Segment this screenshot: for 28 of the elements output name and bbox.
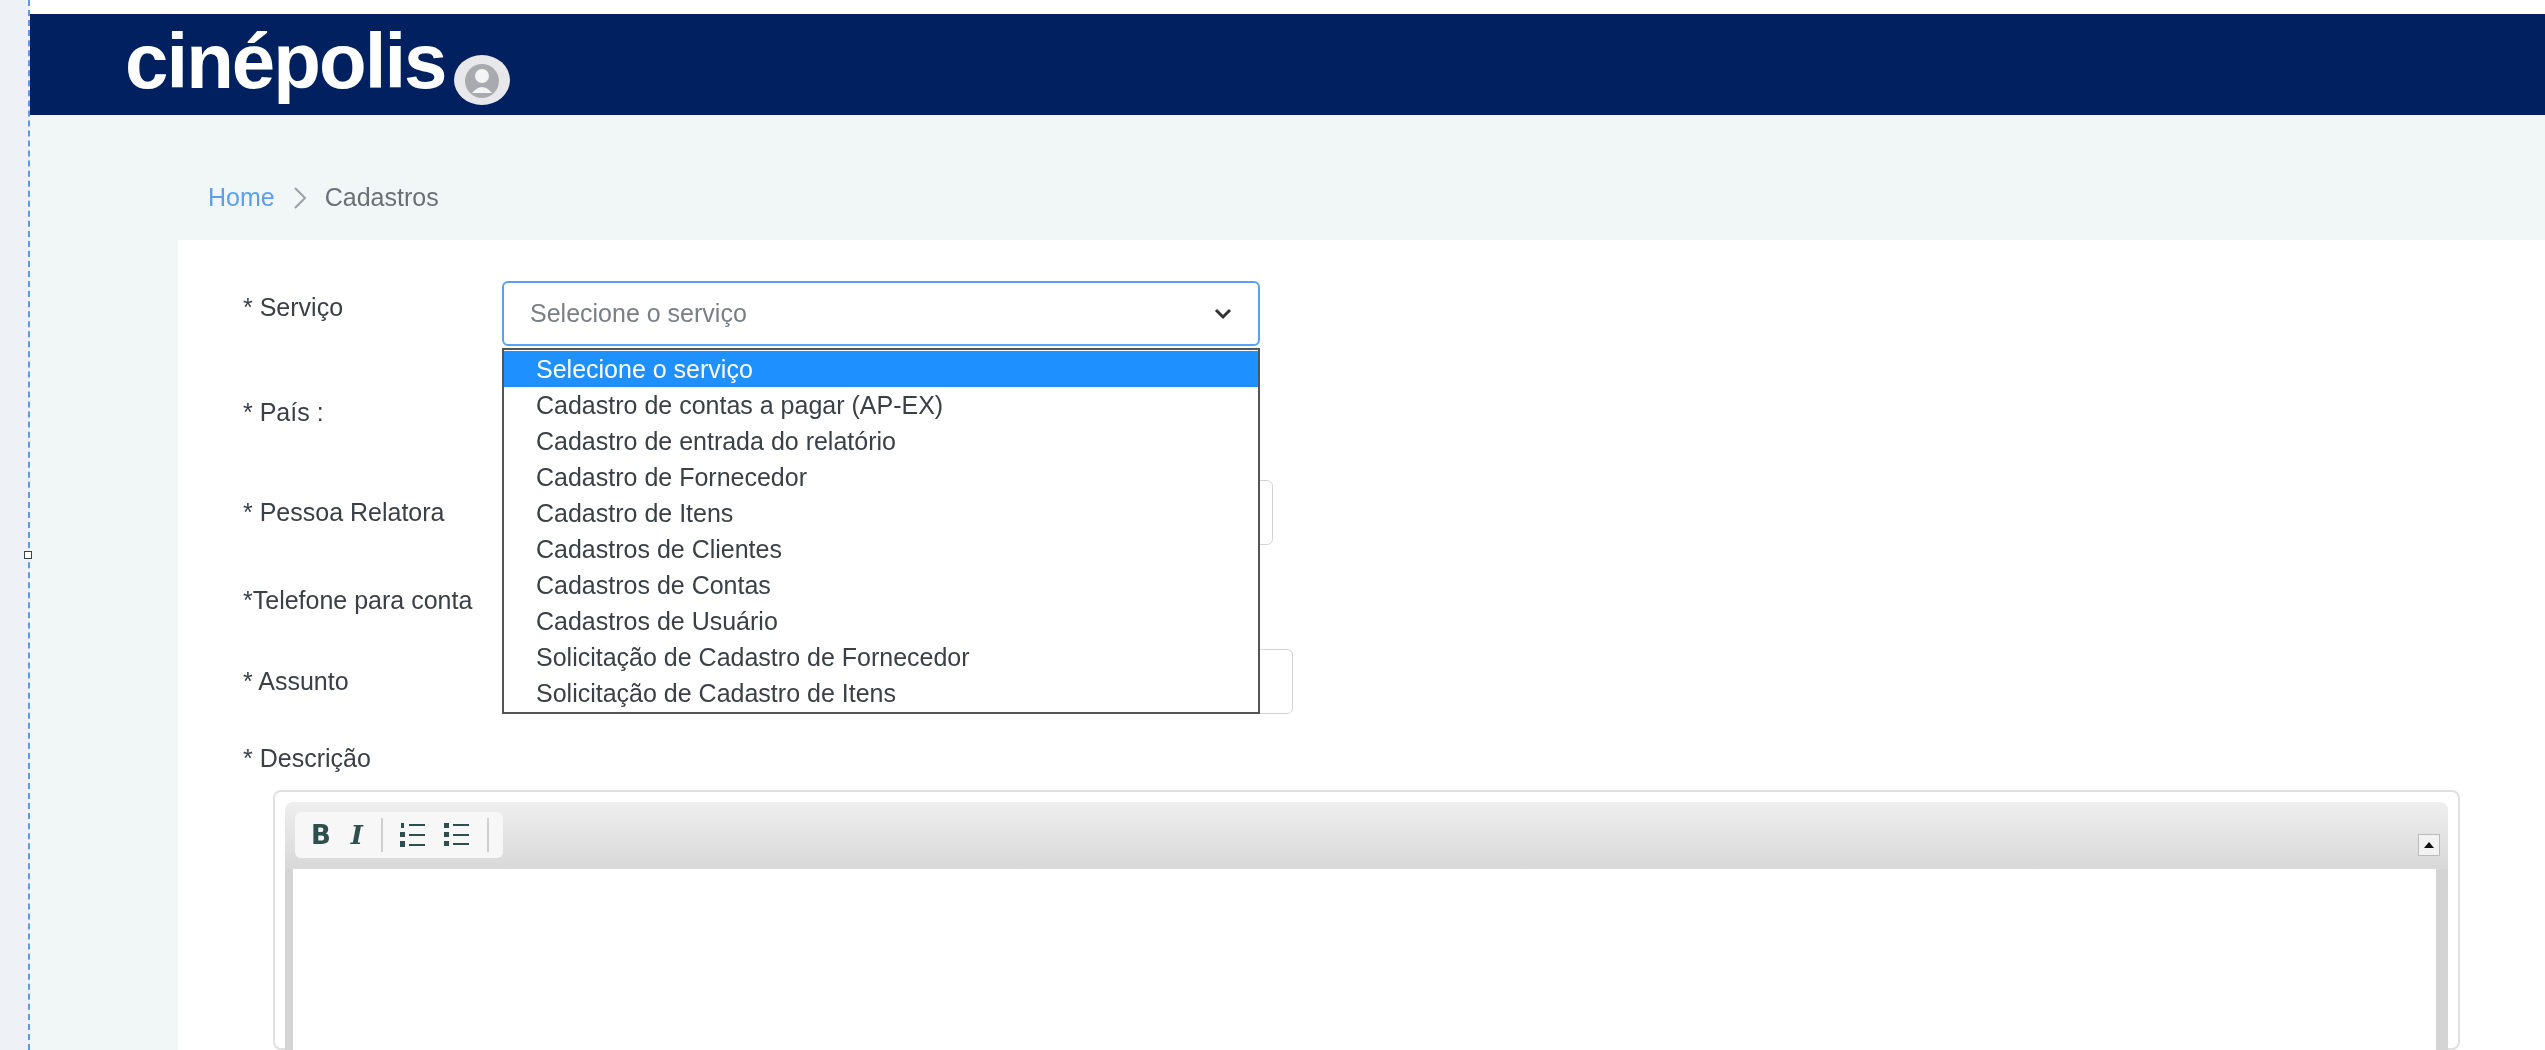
service-select[interactable]: Selecione o serviço bbox=[502, 281, 1260, 346]
dropdown-option[interactable]: Cadastros de Usuário bbox=[504, 603, 1258, 639]
dropdown-option[interactable]: Cadastro de contas a pagar (AP-EX) bbox=[504, 387, 1258, 423]
bullet-list-icon[interactable] bbox=[443, 821, 471, 849]
chevron-right-icon bbox=[292, 185, 307, 210]
breadcrumb-current: Cadastros bbox=[324, 181, 439, 213]
field-label: * Pessoa Relatora bbox=[243, 496, 446, 528]
brand-logo[interactable]: cinépolis bbox=[125, 21, 446, 108]
dropdown-option[interactable]: Cadastro de Fornecedor bbox=[504, 459, 1258, 495]
italic-button[interactable]: I bbox=[348, 822, 365, 848]
triangle-up-icon bbox=[2423, 841, 2435, 849]
field-label: * Serviço bbox=[243, 292, 345, 323]
numbered-list-icon[interactable] bbox=[399, 821, 427, 849]
chevron-down-icon bbox=[1214, 307, 1232, 320]
dropdown-option[interactable]: Solicitação de Cadastro de Fornecedor bbox=[504, 639, 1258, 675]
field-label: *Telefone para conta bbox=[243, 584, 474, 616]
dropdown-option[interactable]: Solicitação de Cadastro de Itens bbox=[504, 675, 1258, 711]
bold-button[interactable]: B bbox=[309, 822, 333, 848]
resize-handle[interactable] bbox=[24, 551, 32, 559]
dropdown-option[interactable]: Cadastro de Itens bbox=[504, 495, 1258, 531]
field-label: * Assunto bbox=[243, 665, 350, 697]
dropdown-option[interactable]: Cadastro de entrada do relatório bbox=[504, 423, 1258, 459]
collapse-button[interactable] bbox=[2418, 834, 2440, 856]
dropdown-option[interactable]: Cadastros de Contas bbox=[504, 567, 1258, 603]
dropdown-option[interactable]: Cadastros de Clientes bbox=[504, 531, 1258, 567]
avatar-icon bbox=[453, 54, 510, 105]
field-label: * País : bbox=[243, 396, 325, 428]
field-label: * Descrição bbox=[243, 743, 372, 774]
